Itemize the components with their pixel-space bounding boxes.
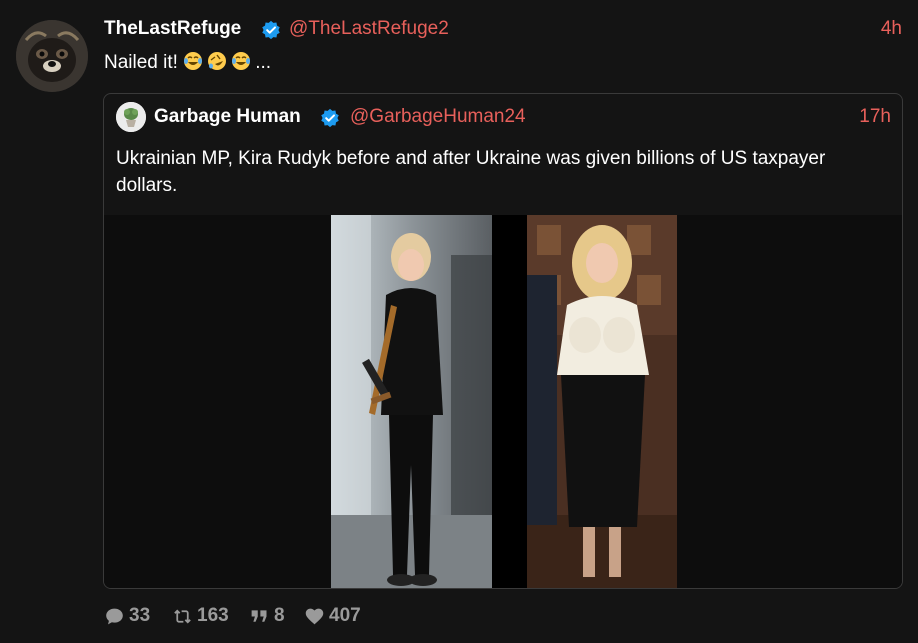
post-header: TheLastRefuge @TheLastRefuge2 4h [104,17,902,43]
quote-button[interactable]: 8 [249,604,285,628]
author-handle[interactable]: @TheLastRefuge2 [289,18,449,40]
like-button[interactable]: 407 [304,604,361,628]
quoted-post[interactable]: Garbage Human @GarbageHuman24 17h Ukrain… [103,93,903,589]
author-avatar[interactable] [16,20,88,92]
heart-icon [305,608,324,624]
tears-of-joy-emoji-icon [232,52,251,70]
author-name[interactable]: TheLastRefuge [104,18,241,40]
photo-after-image [527,215,677,588]
quoted-post-text: Ukrainian MP, Kira Rudyk before and afte… [116,148,826,196]
quoted-author-name[interactable]: Garbage Human [154,106,301,128]
reply-count: 33 [129,605,151,626]
verified-badge-icon [262,20,280,40]
tears-of-joy-emoji-icon [184,52,203,70]
quoted-media[interactable] [104,215,902,588]
quoted-author-avatar[interactable] [116,102,146,132]
photo-before-image [331,215,492,588]
rolling-on-floor-laughing-emoji-icon [208,52,227,70]
post-text-suffix: ... [255,52,272,73]
photo-before[interactable] [331,215,492,588]
post-text: Nailed it! ... [104,51,271,74]
avatar-image [16,20,88,92]
quote-count: 8 [274,605,285,626]
reply-bubble-icon [106,608,123,624]
repost-icon [174,609,191,623]
reply-button[interactable]: 33 [104,604,150,628]
verified-badge-icon [321,108,339,128]
quoted-author-handle[interactable]: @GarbageHuman24 [350,106,526,128]
post-text-body: Nailed it! [104,52,178,73]
repost-count: 163 [197,605,229,626]
photo-divider [492,215,527,588]
quote-icon [251,609,267,622]
post-timestamp[interactable]: 4h [881,18,902,40]
like-count: 407 [329,605,361,626]
photo-after[interactable] [527,215,677,588]
quoted-timestamp[interactable]: 17h [859,106,891,128]
potted-plant-icon [116,102,146,132]
repost-button[interactable]: 163 [172,604,229,628]
